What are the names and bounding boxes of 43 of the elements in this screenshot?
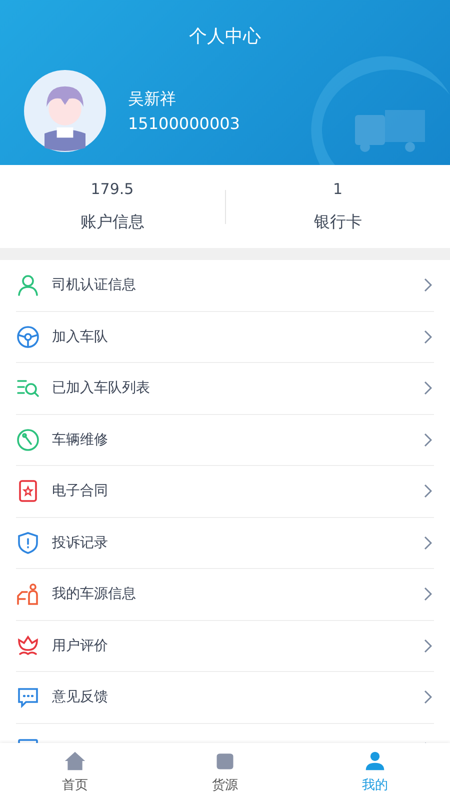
contract-icon bbox=[16, 479, 40, 504]
chevron-right-icon bbox=[424, 278, 432, 292]
chevron-right-icon bbox=[424, 330, 432, 344]
menu-item[interactable]: 我的车源信息 bbox=[16, 569, 434, 620]
chevron-right-icon bbox=[424, 381, 432, 396]
menu-item[interactable]: 加入车队 bbox=[16, 312, 434, 363]
stat-item[interactable]: 179.5 账户信息 bbox=[0, 180, 224, 233]
chevron-right-icon bbox=[424, 638, 432, 653]
tab[interactable]: 货源 bbox=[150, 743, 300, 800]
menu-item[interactable]: 已加入车队列表 bbox=[16, 363, 434, 414]
menu-item[interactable]: 用户评价 bbox=[16, 620, 434, 672]
person-icon bbox=[364, 750, 386, 772]
menu-label: 加入车队 bbox=[52, 328, 109, 346]
chevron-right-icon bbox=[424, 432, 432, 447]
home-icon bbox=[64, 750, 86, 772]
menu-label: 车辆维修 bbox=[52, 430, 109, 449]
tab[interactable]: 首页 bbox=[0, 743, 150, 800]
person-icon bbox=[16, 273, 40, 298]
menu-label: 意见反馈 bbox=[52, 688, 109, 706]
menu-item[interactable]: 电子合同 bbox=[16, 466, 434, 518]
menu-item[interactable]: 车辆维修 bbox=[16, 414, 434, 466]
menu-label: 已加入车队列表 bbox=[52, 379, 151, 398]
menu-label: 投诉记录 bbox=[52, 534, 109, 552]
avatar-icon bbox=[24, 70, 106, 152]
user-name: 吴新祥 bbox=[128, 89, 177, 110]
stat-item[interactable]: 1 银行卡 bbox=[226, 180, 450, 233]
chevron-right-icon bbox=[424, 587, 432, 602]
chevron-right-icon bbox=[424, 484, 432, 498]
menu-label: 电子合同 bbox=[52, 482, 109, 500]
menu-label: 我的车源信息 bbox=[52, 585, 137, 604]
steering-wheel-icon bbox=[16, 324, 40, 349]
page-title: 个人中心 bbox=[188, 25, 262, 48]
cargo-person-icon bbox=[16, 582, 40, 606]
menu-item[interactable]: 投诉记录 bbox=[16, 518, 434, 569]
chevron-right-icon bbox=[424, 536, 432, 550]
chat-icon bbox=[16, 685, 40, 710]
user-phone: 15100000003 bbox=[128, 114, 240, 133]
menu-label: 司机认证信息 bbox=[52, 276, 137, 294]
menu-label: 用户评价 bbox=[52, 636, 109, 655]
menu-item[interactable]: 意见反馈 bbox=[16, 672, 434, 724]
shield-icon bbox=[16, 530, 40, 555]
chevron-right-icon bbox=[424, 690, 432, 704]
menu-item[interactable]: 司机认证信息 bbox=[16, 260, 434, 312]
